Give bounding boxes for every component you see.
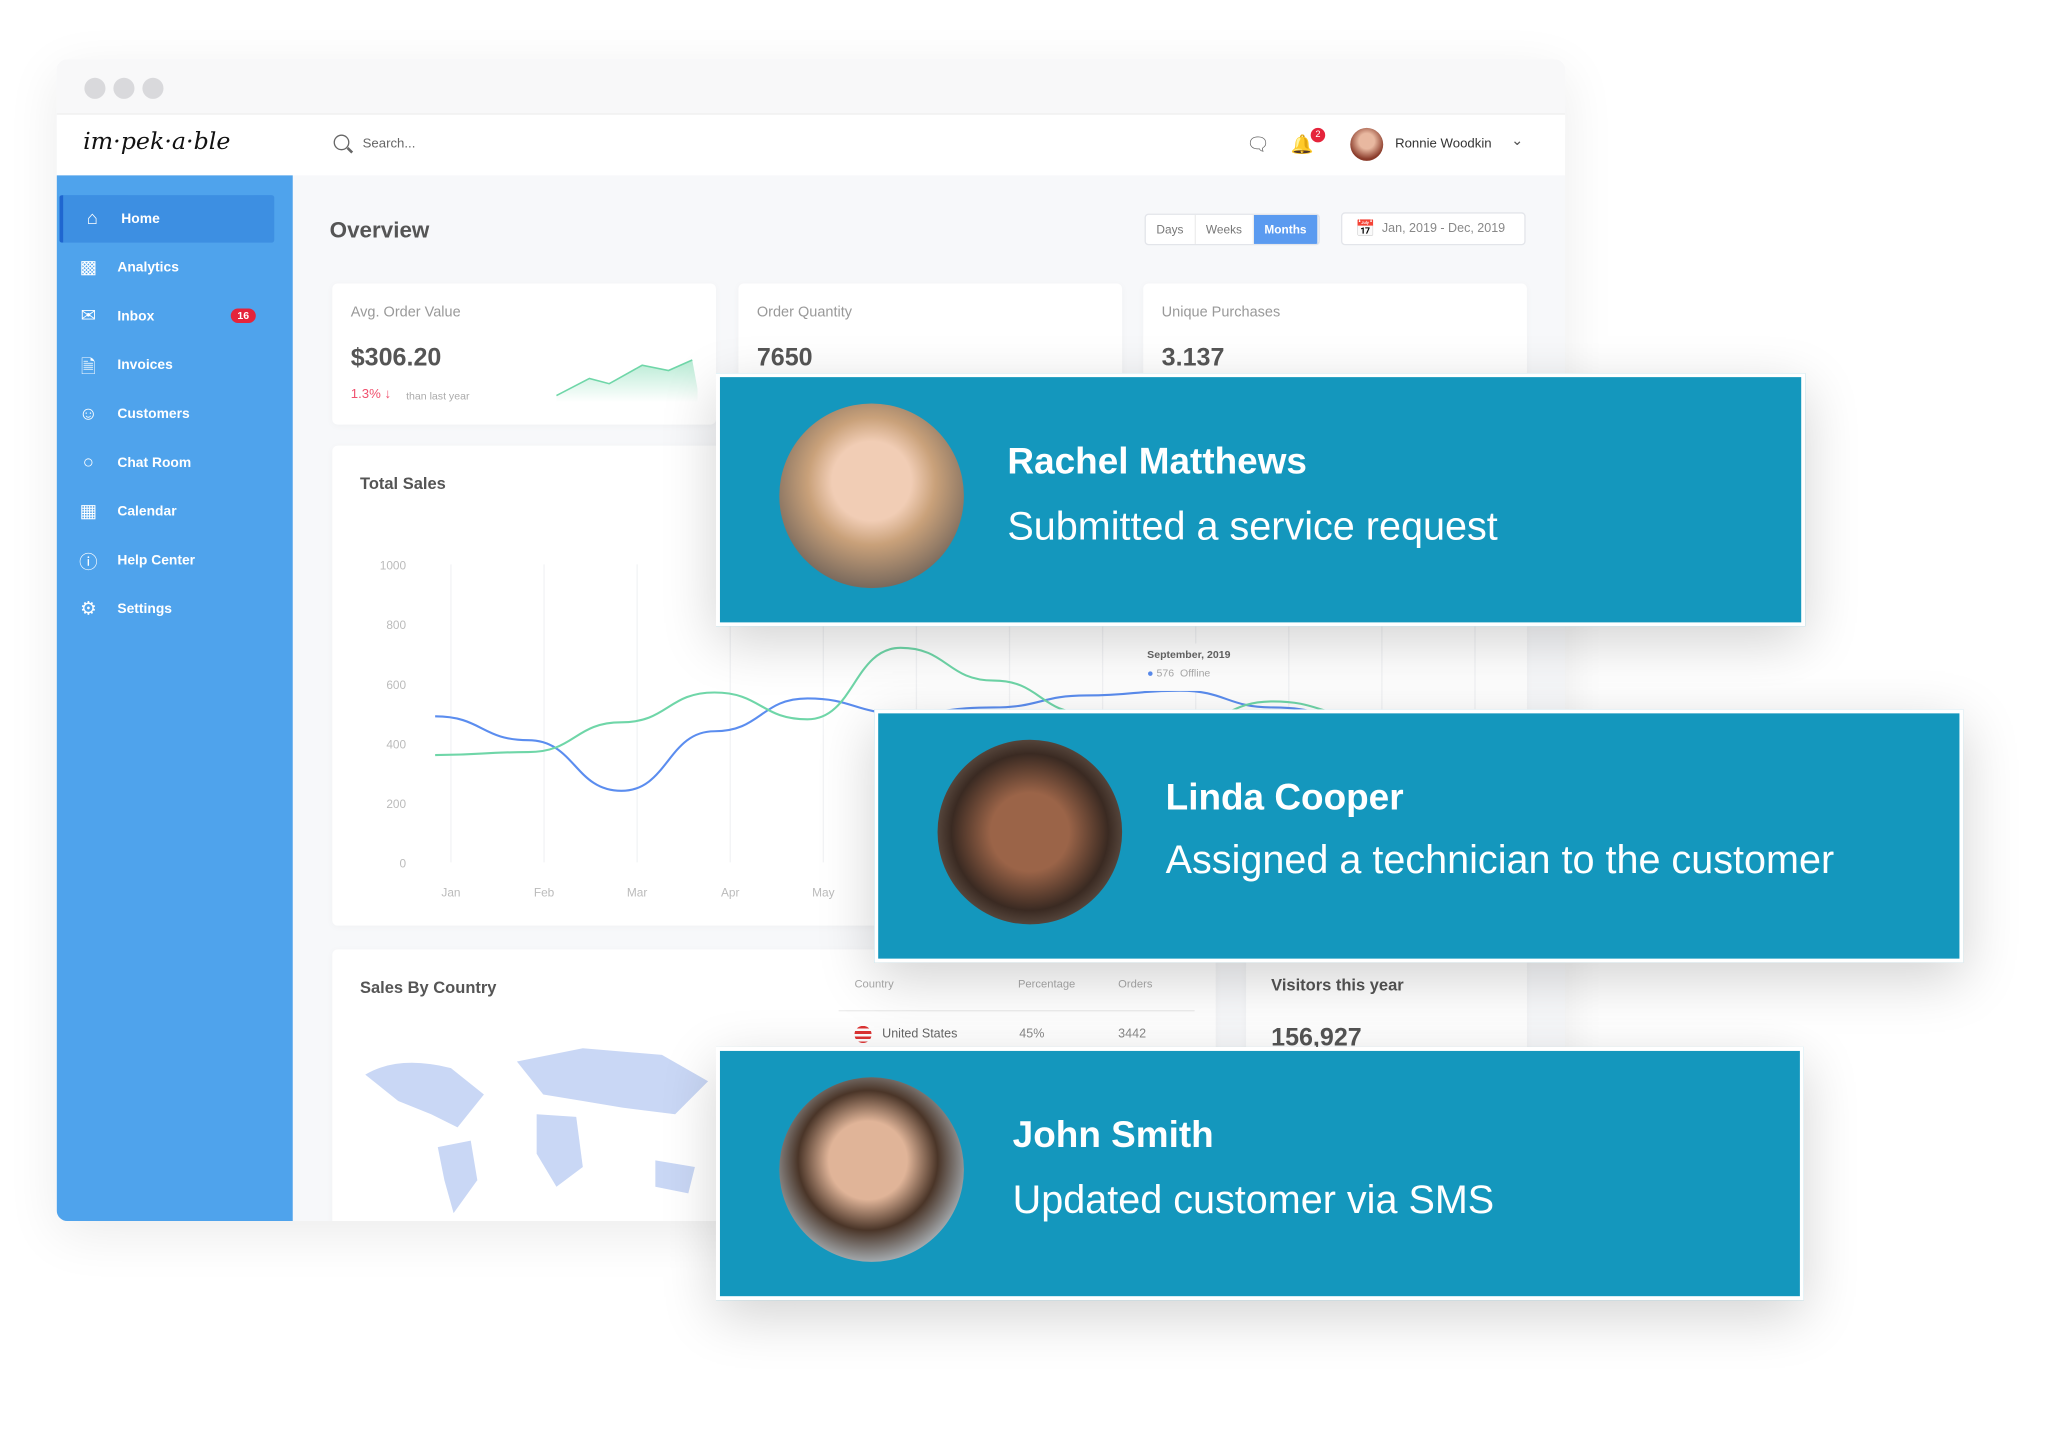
y-tick-label: 400 — [386, 737, 406, 751]
sidebar-item-settings[interactable]: ⚙ Settings — [59, 585, 274, 632]
rachel-avatar — [779, 403, 964, 589]
stat-value: 7650 — [756, 344, 813, 372]
x-tick-label: Apr — [721, 886, 740, 900]
sidebar-item-label: Help Center — [117, 552, 196, 569]
sidebar-item-calendar[interactable]: ▦ Calendar — [59, 488, 274, 535]
table-header-country: Country — [854, 977, 894, 991]
us-flag-icon — [854, 1025, 872, 1044]
tooltip-series: Offline — [1180, 667, 1211, 680]
calendar-icon: ▦ — [79, 499, 98, 521]
title-bar — [56, 59, 1566, 115]
y-tick-label: 1000 — [380, 559, 407, 573]
x-tick-label: Jan — [441, 886, 460, 900]
notification-card[interactable]: Linda Cooper Assigned a technician to th… — [874, 709, 1964, 963]
sidebar-item-analytics[interactable]: ▩ Analytics — [59, 244, 274, 291]
country-name: United States — [882, 1027, 958, 1042]
users-icon: ☺ — [78, 402, 98, 424]
notification-card[interactable]: Rachel Matthews Submitted a service requ… — [715, 373, 1806, 627]
notification-text: Updated customer via SMS — [1012, 1178, 1495, 1223]
search-icon — [333, 134, 350, 151]
y-tick-label: 600 — [386, 678, 406, 692]
notification-name: Linda Cooper — [1165, 776, 1404, 818]
range-toggle: Days Weeks Months — [1144, 213, 1320, 246]
date-range-picker[interactable]: 📅 Jan, 2019 - Dec, 2019 — [1341, 212, 1526, 246]
notification-card[interactable]: John Smith Updated customer via SMS — [715, 1046, 1804, 1301]
calendar-icon: 📅 — [1355, 218, 1376, 238]
range-days-button[interactable]: Days — [1146, 214, 1196, 244]
notification-name: John Smith — [1012, 1114, 1214, 1156]
home-icon: ⌂ — [86, 207, 98, 229]
date-range-text: Jan, 2019 - Dec, 2019 — [1381, 221, 1506, 237]
y-tick-label: 200 — [386, 797, 406, 811]
stat-label: Order Quantity — [756, 304, 853, 321]
stat-label: Unique Purchases — [1161, 304, 1281, 321]
y-tick-label: 0 — [400, 857, 407, 871]
stat-label: Avg. Order Value — [350, 304, 461, 321]
notification-text: Submitted a service request — [1007, 505, 1498, 549]
world-map — [365, 1048, 709, 1214]
tooltip-value: 576 — [1156, 667, 1175, 680]
notification-badge: 2 — [1310, 127, 1326, 143]
range-weeks-button[interactable]: Weeks — [1195, 214, 1254, 244]
inbox-badge: 16 — [230, 308, 256, 324]
sidebar-item-customers[interactable]: ☺ Customers — [59, 390, 274, 437]
sidebar-item-label: Chat Room — [117, 454, 192, 471]
sidebar-item-label: Calendar — [117, 503, 177, 520]
sidebar-item-label: Home — [121, 210, 160, 227]
country-percentage: 45% — [1019, 1027, 1045, 1042]
window-close-button[interactable] — [84, 77, 106, 99]
window-minimize-button[interactable] — [113, 77, 135, 99]
stat-card-avg-order: Avg. Order Value $306.20 1.3% ↓ than las… — [332, 283, 716, 425]
stat-change: 1.3% ↓ — [350, 387, 392, 403]
sidebar-item-label: Invoices — [117, 357, 173, 374]
sparkline — [556, 359, 698, 403]
range-months-button[interactable]: Months — [1253, 214, 1319, 244]
user-name[interactable]: Ronnie Woodkin — [1395, 137, 1492, 152]
sidebar-item-inbox[interactable]: ✉ Inbox 16 — [59, 293, 274, 340]
notification-text: Assigned a technician to the customer — [1165, 838, 1835, 883]
help-icon: ⓘ — [79, 551, 98, 573]
chat-icon: ○ — [82, 450, 94, 473]
linda-avatar — [937, 739, 1123, 925]
document-icon: 🗎 — [80, 356, 96, 378]
stat-value: 3.137 — [1161, 344, 1225, 372]
sidebar-item-chat-room[interactable]: ○ Chat Room — [59, 439, 274, 486]
table-header-percentage: Percentage — [1017, 977, 1076, 991]
tooltip-title: September, 2019 — [1147, 648, 1231, 661]
y-tick-label: 800 — [386, 618, 406, 632]
x-tick-label: Mar — [627, 886, 647, 900]
stat-change-note: than last year — [406, 390, 470, 403]
sidebar-item-label: Analytics — [117, 259, 179, 276]
sidebar: ⌂ Home ▩ Analytics ✉ Inbox 16 🗎 Invoices ☺ Cus… — [56, 175, 293, 1222]
avatar[interactable] — [1350, 127, 1384, 161]
chevron-down-icon[interactable]: ⌄ — [1511, 132, 1523, 149]
x-tick-label: Feb — [534, 886, 555, 900]
logo: im·pek·a·ble — [83, 127, 231, 156]
mail-icon: ✉ — [80, 304, 97, 326]
sidebar-item-home[interactable]: ⌂ Home — [59, 195, 275, 243]
john-avatar — [779, 1077, 964, 1262]
divider — [838, 1010, 1195, 1012]
chat-icon[interactable]: 🗨 — [1246, 133, 1269, 155]
top-header: im·pek·a·ble Search... 🗨 🔔 2 Ronnie Wood… — [56, 114, 1566, 176]
sidebar-item-help-center[interactable]: ⓘ Help Center — [59, 537, 274, 584]
notification-name: Rachel Matthews — [1007, 440, 1307, 482]
country-orders: 3442 — [1118, 1027, 1147, 1042]
window-maximize-button[interactable] — [142, 77, 164, 99]
search-input[interactable]: Search... — [363, 137, 416, 152]
card-title: Visitors this year — [1271, 975, 1404, 995]
sidebar-item-invoices[interactable]: 🗎 Invoices — [59, 342, 274, 389]
sidebar-item-label: Customers — [117, 406, 190, 422]
stat-value: $306.20 — [350, 344, 442, 372]
page-title: Overview — [329, 217, 430, 243]
bar-chart-icon: ▩ — [79, 255, 98, 277]
table-header-orders: Orders — [1118, 977, 1153, 991]
sidebar-item-label: Inbox — [117, 308, 155, 325]
card-title: Sales By Country — [359, 978, 497, 997]
gear-icon: ⚙ — [80, 597, 97, 619]
x-tick-label: May — [812, 886, 834, 900]
sidebar-item-label: Settings — [117, 601, 172, 618]
chart-tooltip: September, 2019 ● 576 Offline — [1136, 643, 1249, 691]
